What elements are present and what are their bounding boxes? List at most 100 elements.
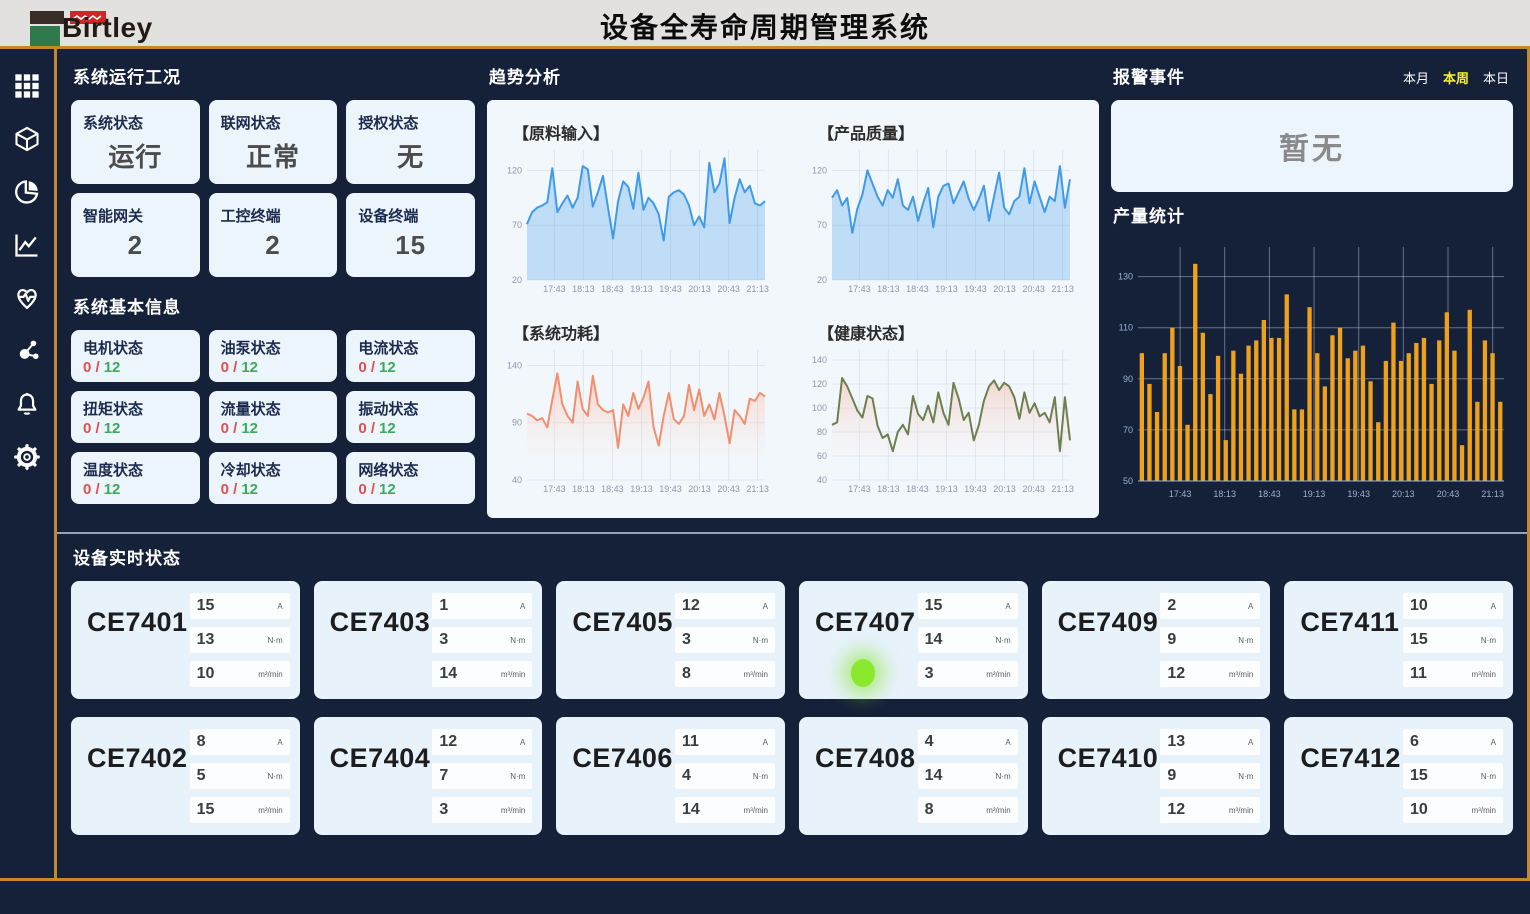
alarm-count: 0 / — [221, 359, 238, 376]
trend-chart-raw: 【原料输入】207012017:4318:1318:4319:1319:4320… — [501, 108, 780, 306]
equipment-name: CE7403 — [330, 607, 431, 689]
equipment-card[interactable]: CE740115A13N·m10m³/min — [71, 581, 300, 699]
status-card-label: 工控终端 — [221, 205, 326, 226]
svg-text:19:43: 19:43 — [659, 284, 682, 294]
metric-row: 14N·m — [918, 763, 1018, 789]
equipment-name: CE7412 — [1300, 743, 1401, 825]
equipment-name: CE7409 — [1058, 607, 1159, 689]
equipment-grid: CE740115A13N·m10m³/minCE74031A3N·m14m³/m… — [71, 581, 1513, 835]
production-title: 产量统计 — [1113, 202, 1513, 227]
status-card: 系统状态运行 — [71, 100, 200, 184]
metric-value: 15 — [197, 597, 215, 615]
svg-text:19:13: 19:13 — [1303, 489, 1326, 499]
svg-text:19:13: 19:13 — [630, 484, 653, 494]
system-panels: 系统运行工况 系统状态运行联网状态正常授权状态无智能网关2工控终端2设备终端15… — [71, 53, 475, 518]
metric-unit: m³/min — [258, 670, 282, 679]
gear-icon[interactable] — [12, 442, 42, 472]
equipment-card[interactable]: CE740412A7N·m3m³/min — [314, 717, 543, 835]
metric-value: 13 — [1167, 733, 1185, 751]
svg-text:18:13: 18:13 — [572, 484, 595, 494]
equipment-card[interactable]: CE74092A9N·m12m³/min — [1042, 581, 1271, 699]
equipment-metrics: 15A14N·m3m³/min — [918, 591, 1018, 689]
metric-row: 8m³/min — [918, 797, 1018, 823]
equipment-metrics: 2A9N·m12m³/min — [1160, 591, 1260, 689]
metric-row: 15m³/min — [190, 797, 290, 823]
alarm-tab-本日[interactable]: 本日 — [1483, 71, 1509, 86]
grid-menu-icon[interactable] — [12, 71, 42, 101]
svg-text:20:43: 20:43 — [1022, 284, 1045, 294]
status-card-value: 正常 — [221, 137, 326, 174]
trend-chart-quality: 【产品质量】207012017:4318:1318:4319:1319:4320… — [806, 108, 1085, 306]
alarm-tab-本周[interactable]: 本周 — [1443, 71, 1469, 86]
alarm-empty-card: 暂无 — [1111, 100, 1513, 192]
equipment-metrics: 8A5N·m15m³/min — [190, 727, 290, 825]
topology-icon[interactable] — [12, 336, 42, 366]
total-count: 12 — [241, 359, 258, 376]
line-chart-icon[interactable] — [12, 230, 42, 260]
alarm-count: 0 / — [83, 420, 100, 437]
metric-row: 5N·m — [190, 763, 290, 789]
metric-row: 12m³/min — [1160, 661, 1260, 687]
svg-text:130: 130 — [1118, 272, 1133, 282]
metric-row: 15A — [918, 593, 1018, 619]
metric-value: 14 — [439, 665, 457, 683]
alarm-tab-本月[interactable]: 本月 — [1403, 71, 1429, 86]
metric-row: 3N·m — [675, 627, 775, 653]
equipment-name: CE7404 — [330, 743, 431, 825]
metric-unit: m³/min — [1472, 806, 1496, 815]
metric-unit: m³/min — [986, 806, 1010, 815]
svg-text:21:13: 21:13 — [746, 284, 769, 294]
metric-value: 6 — [1410, 733, 1419, 751]
pie-chart-icon[interactable] — [12, 177, 42, 207]
metric-value: 15 — [1410, 631, 1428, 649]
total-count: 12 — [104, 359, 121, 376]
svg-text:18:13: 18:13 — [1213, 489, 1236, 499]
main-content: 系统运行工况 系统状态运行联网状态正常授权状态无智能网关2工控终端2设备终端15… — [57, 49, 1527, 878]
svg-text:18:13: 18:13 — [877, 284, 900, 294]
equipment-card[interactable]: CE740715A14N·m3m³/min — [799, 581, 1028, 699]
metric-value: 10 — [197, 665, 215, 683]
status-card-label: 系统状态 — [83, 112, 188, 133]
equipment-card[interactable]: CE74031A3N·m14m³/min — [314, 581, 543, 699]
equipment-card[interactable]: CE74084A14N·m8m³/min — [799, 717, 1028, 835]
svg-text:20:13: 20:13 — [688, 284, 711, 294]
cube-icon[interactable] — [12, 124, 42, 154]
metric-row: 11m³/min — [1403, 661, 1503, 687]
svg-text:19:43: 19:43 — [964, 284, 987, 294]
info-card: 电流状态0 /12 — [346, 330, 475, 382]
metric-value: 3 — [439, 631, 448, 649]
bell-icon[interactable] — [12, 389, 42, 419]
svg-text:20:43: 20:43 — [1022, 484, 1045, 494]
equipment-card[interactable]: CE74126A15N·m10m³/min — [1284, 717, 1513, 835]
info-card-counts: 0 /12 — [83, 359, 188, 376]
metric-row: 3m³/min — [918, 661, 1018, 687]
metric-unit: A — [763, 602, 768, 611]
status-card-label: 设备终端 — [358, 205, 463, 226]
metric-unit: N·m — [753, 636, 768, 645]
equipment-card[interactable]: CE74028A5N·m15m³/min — [71, 717, 300, 835]
metric-value: 15 — [1410, 767, 1428, 785]
svg-text:70: 70 — [512, 220, 522, 230]
equipment-card[interactable]: CE740611A4N·m14m³/min — [556, 717, 785, 835]
metric-unit: N·m — [1481, 636, 1496, 645]
equipment-card[interactable]: CE741110A15N·m11m³/min — [1284, 581, 1513, 699]
health-heart-icon[interactable] — [12, 283, 42, 313]
alarm-count: 0 / — [83, 481, 100, 498]
metric-row: 13N·m — [190, 627, 290, 653]
equipment-card[interactable]: CE740512A3N·m8m³/min — [556, 581, 785, 699]
metric-value: 15 — [925, 597, 943, 615]
metric-value: 10 — [1410, 801, 1428, 819]
svg-text:50: 50 — [1123, 476, 1133, 486]
metric-row: 13A — [1160, 729, 1260, 755]
info-card-counts: 0 /12 — [221, 420, 326, 437]
total-count: 12 — [379, 420, 396, 437]
alarm-count: 0 / — [358, 420, 375, 437]
equipment-card[interactable]: CE741013A9N·m12m³/min — [1042, 717, 1271, 835]
status-card-value: 2 — [83, 230, 188, 261]
equipment-metrics: 12A3N·m8m³/min — [675, 591, 775, 689]
metric-value: 14 — [682, 801, 700, 819]
total-count: 12 — [104, 420, 121, 437]
metric-unit: N·m — [268, 636, 283, 645]
status-card-value: 运行 — [83, 137, 188, 174]
svg-text:20:43: 20:43 — [717, 284, 740, 294]
